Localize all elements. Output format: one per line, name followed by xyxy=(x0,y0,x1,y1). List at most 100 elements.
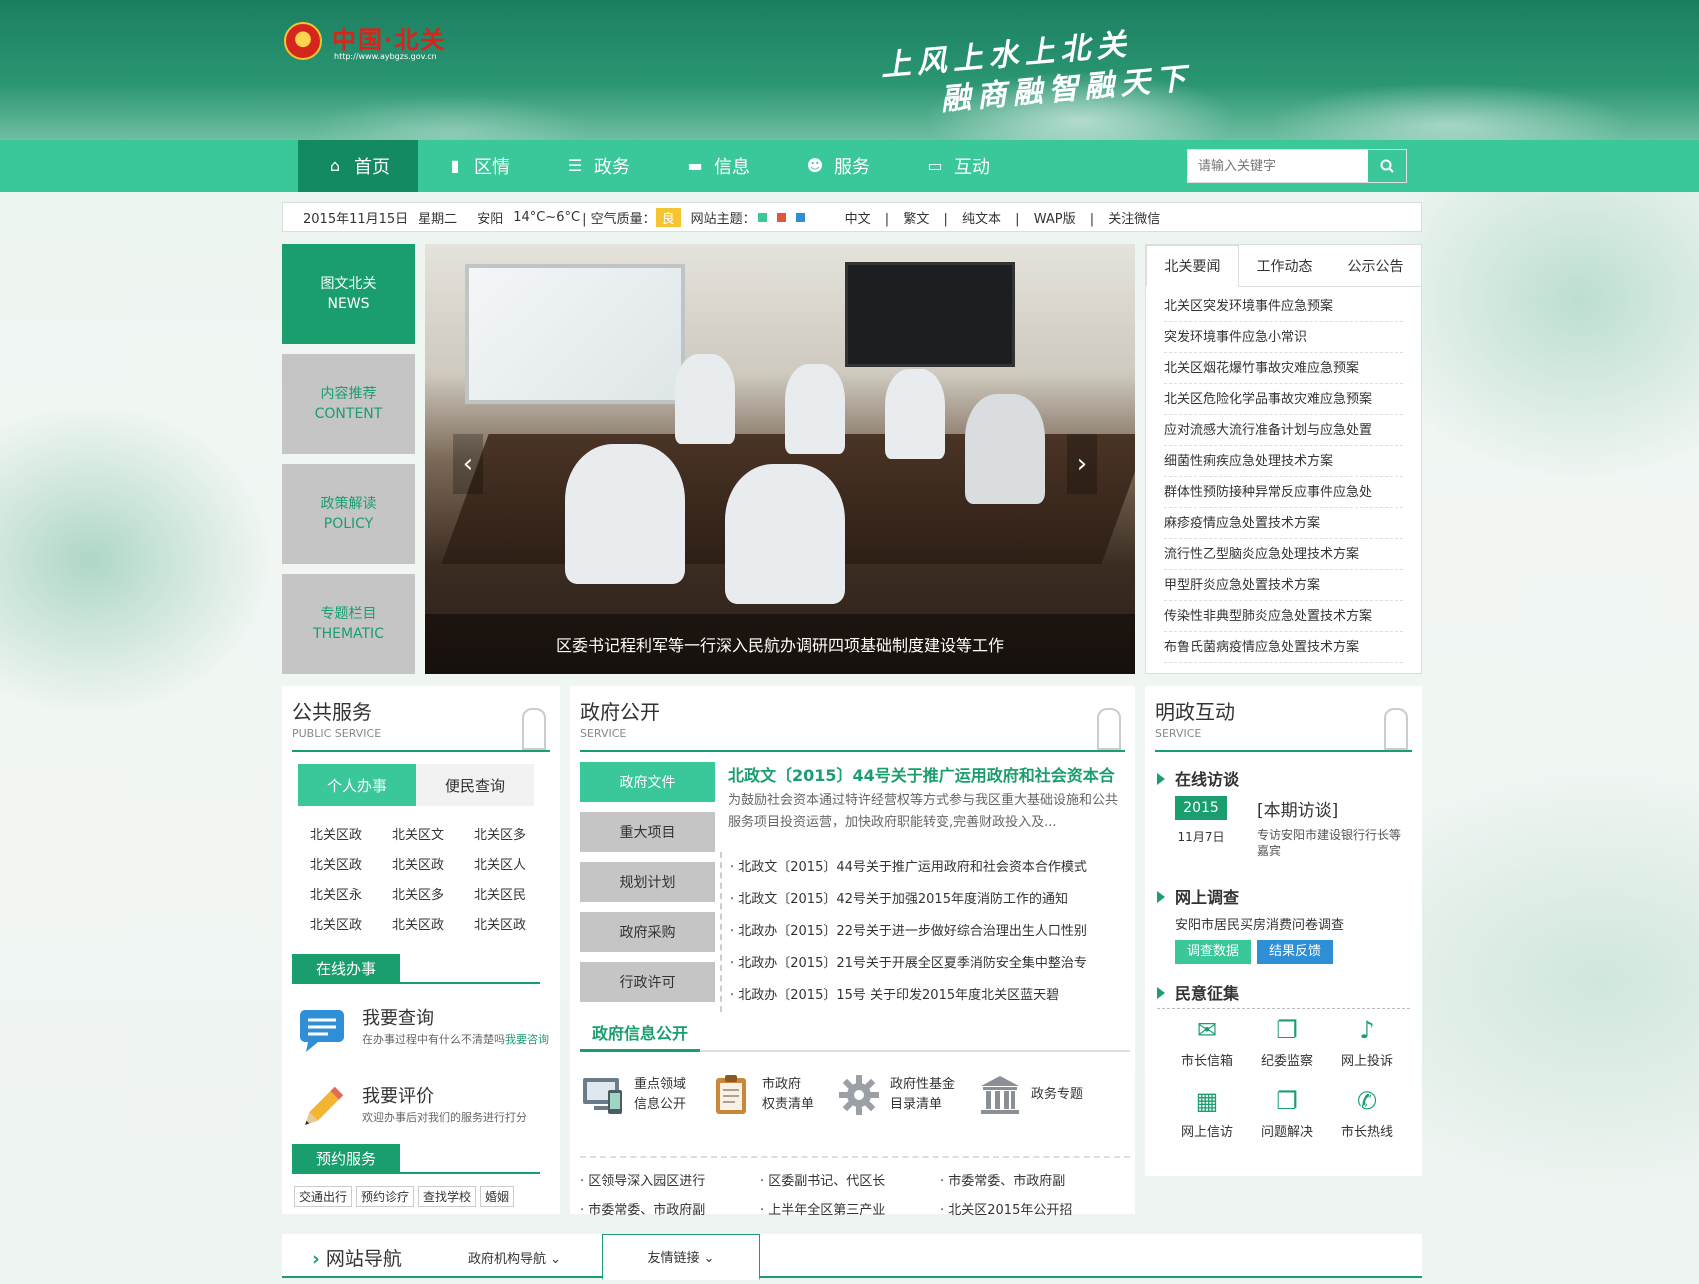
gov-category-procurement[interactable]: 政府采购 xyxy=(580,912,715,952)
document-item[interactable]: · 北政办〔2015〕21号关于开展全区夏季消防安全集中整治专 xyxy=(730,948,1120,980)
lang-link-plaintext[interactable]: 纯文本 xyxy=(962,212,1001,227)
feature-tab-content[interactable]: 内容推荐 CONTENT xyxy=(282,354,415,454)
survey-text[interactable]: 安阳市居民买房消费问卷调查 xyxy=(1175,914,1344,933)
service-link[interactable]: 北关区政 xyxy=(310,824,392,843)
tab-convenience-query[interactable]: 便民查询 xyxy=(416,764,534,806)
search-button[interactable] xyxy=(1368,150,1406,182)
document-item[interactable]: · 北政办〔2015〕15号 关于印发2015年度北关区蓝天碧 xyxy=(730,980,1120,1012)
gov-category-projects[interactable]: 重大项目 xyxy=(580,812,715,852)
nav-item-service[interactable]: ☻ 服务 xyxy=(778,140,898,192)
gov-agencies-dropdown[interactable]: 政府机构导航 ⌄ xyxy=(468,1248,561,1267)
gov-category-planning[interactable]: 规划计划 xyxy=(580,862,715,902)
service-link[interactable]: 北关区永 xyxy=(310,884,392,903)
mayor-mailbox[interactable]: ✉ 市长信箱 xyxy=(1167,1016,1247,1069)
gov-news-link[interactable]: · 上半年全区第三产业 xyxy=(760,1199,940,1218)
link-wechat[interactable]: 关注微信 xyxy=(1108,212,1160,227)
nav-item-overview[interactable]: ▮ 区情 xyxy=(418,140,538,192)
news-item[interactable]: 细菌性痢疾应急处理技术方案 xyxy=(1164,446,1403,477)
mayor-hotline[interactable]: ✆ 市长热线 xyxy=(1327,1087,1407,1140)
slider-prev-arrow[interactable]: ‹ xyxy=(453,434,483,494)
news-item[interactable]: 北关区危险化学品事故灾难应急预案 xyxy=(1164,384,1403,415)
theme-swatch-green[interactable] xyxy=(757,212,767,222)
result-feedback-button[interactable]: 结果反馈 xyxy=(1257,940,1334,964)
online-petition[interactable]: ▦ 网上信访 xyxy=(1167,1087,1247,1140)
gov-news-link[interactable]: · 市委常委、市政府副 xyxy=(580,1199,760,1218)
booking-tag[interactable]: 婚姻 xyxy=(480,1186,515,1207)
tab-work-updates[interactable]: 工作动态 xyxy=(1239,245,1330,286)
nav-item-interaction[interactable]: ▭ 互动 xyxy=(898,140,1018,192)
problem-solving[interactable]: ❐ 问题解决 xyxy=(1247,1087,1327,1140)
news-item[interactable]: 北关区烟花爆竹事故灾难应急预案 xyxy=(1164,353,1403,384)
query-item[interactable]: 我要查询 在办事过程中有什么不清楚吗我要咨询 xyxy=(296,1004,556,1060)
nav-item-home[interactable]: ⌂ 首页 xyxy=(298,140,418,192)
document-item[interactable]: · 北政文〔2015〕44号关于推广运用政府和社会资本合作模式 xyxy=(730,852,1120,884)
online-complaint[interactable]: ♪ 网上投诉 xyxy=(1327,1016,1407,1069)
gov-news-link[interactable]: · 北关区2015年公开招 xyxy=(940,1199,1120,1218)
news-item[interactable]: 应对流感大流行准备计划与应急处置 xyxy=(1164,415,1403,446)
booking-tag[interactable]: 交通出行 xyxy=(294,1186,353,1207)
service-link[interactable]: 北关区政 xyxy=(310,854,392,873)
site-logo[interactable]: 中国·北关 http://www.aybgzs.gov.cn xyxy=(284,20,464,68)
news-slider[interactable]: ‹ › 区委书记程利军等一行深入民航办调研四项基础制度建设等工作 xyxy=(425,244,1135,674)
service-link[interactable]: 北关区政 xyxy=(474,914,556,933)
lang-link-chinese[interactable]: 中文 xyxy=(845,212,871,227)
survey-data-button[interactable]: 调查数据 xyxy=(1175,940,1252,964)
feature-tab-policy[interactable]: 政策解读 POLICY xyxy=(282,464,415,564)
gov-news-link[interactable]: · 市委常委、市政府副 xyxy=(940,1170,1120,1189)
feature-tab-news[interactable]: 图文北关 NEWS xyxy=(282,244,415,344)
news-item[interactable]: 群体性预防接种异常反应事件应急处 xyxy=(1164,477,1403,508)
gov-info-key-areas[interactable]: 重点领域 信息公开 xyxy=(580,1072,686,1118)
theme-swatch-red[interactable] xyxy=(776,212,786,222)
online-services-label[interactable]: 在线办事 xyxy=(292,954,401,984)
news-item[interactable]: 甲型肝炎应急处置技术方案 xyxy=(1164,570,1403,601)
service-link[interactable]: 北关区人 xyxy=(474,854,556,873)
online-interview-heading[interactable]: 在线访谈 xyxy=(1157,766,1239,790)
booking-tag[interactable]: 预约诊疗 xyxy=(356,1186,415,1207)
consult-link[interactable]: 我要咨询 xyxy=(505,1033,549,1046)
nav-item-info[interactable]: ▬ 信息 xyxy=(658,140,778,192)
news-item[interactable]: 传染性非典型肺炎应急处置技术方案 xyxy=(1164,601,1403,632)
news-item[interactable]: 突发环境事件应急小常识 xyxy=(1164,322,1403,353)
evaluate-item[interactable]: 我要评价 欢迎办事后对我们的服务进行打分 xyxy=(296,1082,556,1138)
gov-category-licensing[interactable]: 行政许可 xyxy=(580,962,715,1002)
gov-info-topics[interactable]: 政务专题 xyxy=(977,1072,1083,1118)
document-item[interactable]: · 北政办〔2015〕22号关于进一步做好综合治理出生人口性别 xyxy=(730,916,1120,948)
service-link[interactable]: 北关区多 xyxy=(392,884,474,903)
theme-swatch-blue[interactable] xyxy=(795,212,805,222)
search-input[interactable] xyxy=(1188,150,1368,182)
headline-link[interactable]: 北政文〔2015〕44号关于推广运用政府和社会资本合 xyxy=(728,762,1118,786)
lang-link-wap[interactable]: WAP版 xyxy=(1034,212,1076,227)
gov-info-responsibility-list[interactable]: 市政府 权责清单 xyxy=(708,1072,814,1118)
news-item[interactable]: 布鲁氏菌病疫情应急处置技术方案 xyxy=(1164,632,1403,663)
gov-info-label[interactable]: 政府信息公开 xyxy=(580,1016,701,1052)
slider-caption[interactable]: 区委书记程利军等一行深入民航办调研四项基础制度建设等工作 xyxy=(425,614,1135,674)
online-survey-heading[interactable]: 网上调查 xyxy=(1157,884,1239,908)
service-link[interactable]: 北关区多 xyxy=(474,824,556,843)
tab-personal-affairs[interactable]: 个人办事 xyxy=(298,764,416,806)
lang-link-traditional[interactable]: 繁文 xyxy=(903,212,929,227)
gov-news-link[interactable]: · 区委副书记、代区长 xyxy=(760,1170,940,1189)
gov-category-documents[interactable]: 政府文件 xyxy=(580,762,715,802)
service-link[interactable]: 北关区政 xyxy=(392,914,474,933)
document-item[interactable]: · 北政文〔2015〕42号关于加强2015年度消防工作的通知 xyxy=(730,884,1120,916)
tab-beiguan-news[interactable]: 北关要闻 xyxy=(1146,245,1239,287)
news-item[interactable]: 北关区突发环境事件应急预案 xyxy=(1164,291,1403,322)
gov-news-link[interactable]: · 区领导深入园区进行 xyxy=(580,1170,760,1189)
interview-info[interactable]: [本期访谈] 专访安阳市建设银行行长等嘉宾 xyxy=(1257,796,1407,859)
discipline-inspection[interactable]: ❐ 纪委监察 xyxy=(1247,1016,1327,1069)
friendly-links-dropdown[interactable]: 友情链接 ⌄ xyxy=(602,1234,760,1280)
opinion-collection-heading[interactable]: 民意征集 xyxy=(1157,980,1239,1004)
service-link[interactable]: 北关区民 xyxy=(474,884,556,903)
tab-announcements[interactable]: 公示公告 xyxy=(1330,245,1421,286)
booking-tag[interactable]: 查找学校 xyxy=(418,1186,477,1207)
booking-services-label[interactable]: 预约服务 xyxy=(292,1144,401,1174)
service-link[interactable]: 北关区文 xyxy=(392,824,474,843)
news-item[interactable]: 麻疹疫情应急处置技术方案 xyxy=(1164,508,1403,539)
feature-tab-thematic[interactable]: 专题栏目 THEMATIC xyxy=(282,574,415,674)
nav-item-affairs[interactable]: ☰ 政务 xyxy=(538,140,658,192)
service-link[interactable]: 北关区政 xyxy=(310,914,392,933)
slider-next-arrow[interactable]: › xyxy=(1067,434,1097,494)
gov-info-fund-catalog[interactable]: 政府性基金 目录清单 xyxy=(836,1072,955,1118)
news-item[interactable]: 流行性乙型脑炎应急处理技术方案 xyxy=(1164,539,1403,570)
service-link[interactable]: 北关区政 xyxy=(392,854,474,873)
